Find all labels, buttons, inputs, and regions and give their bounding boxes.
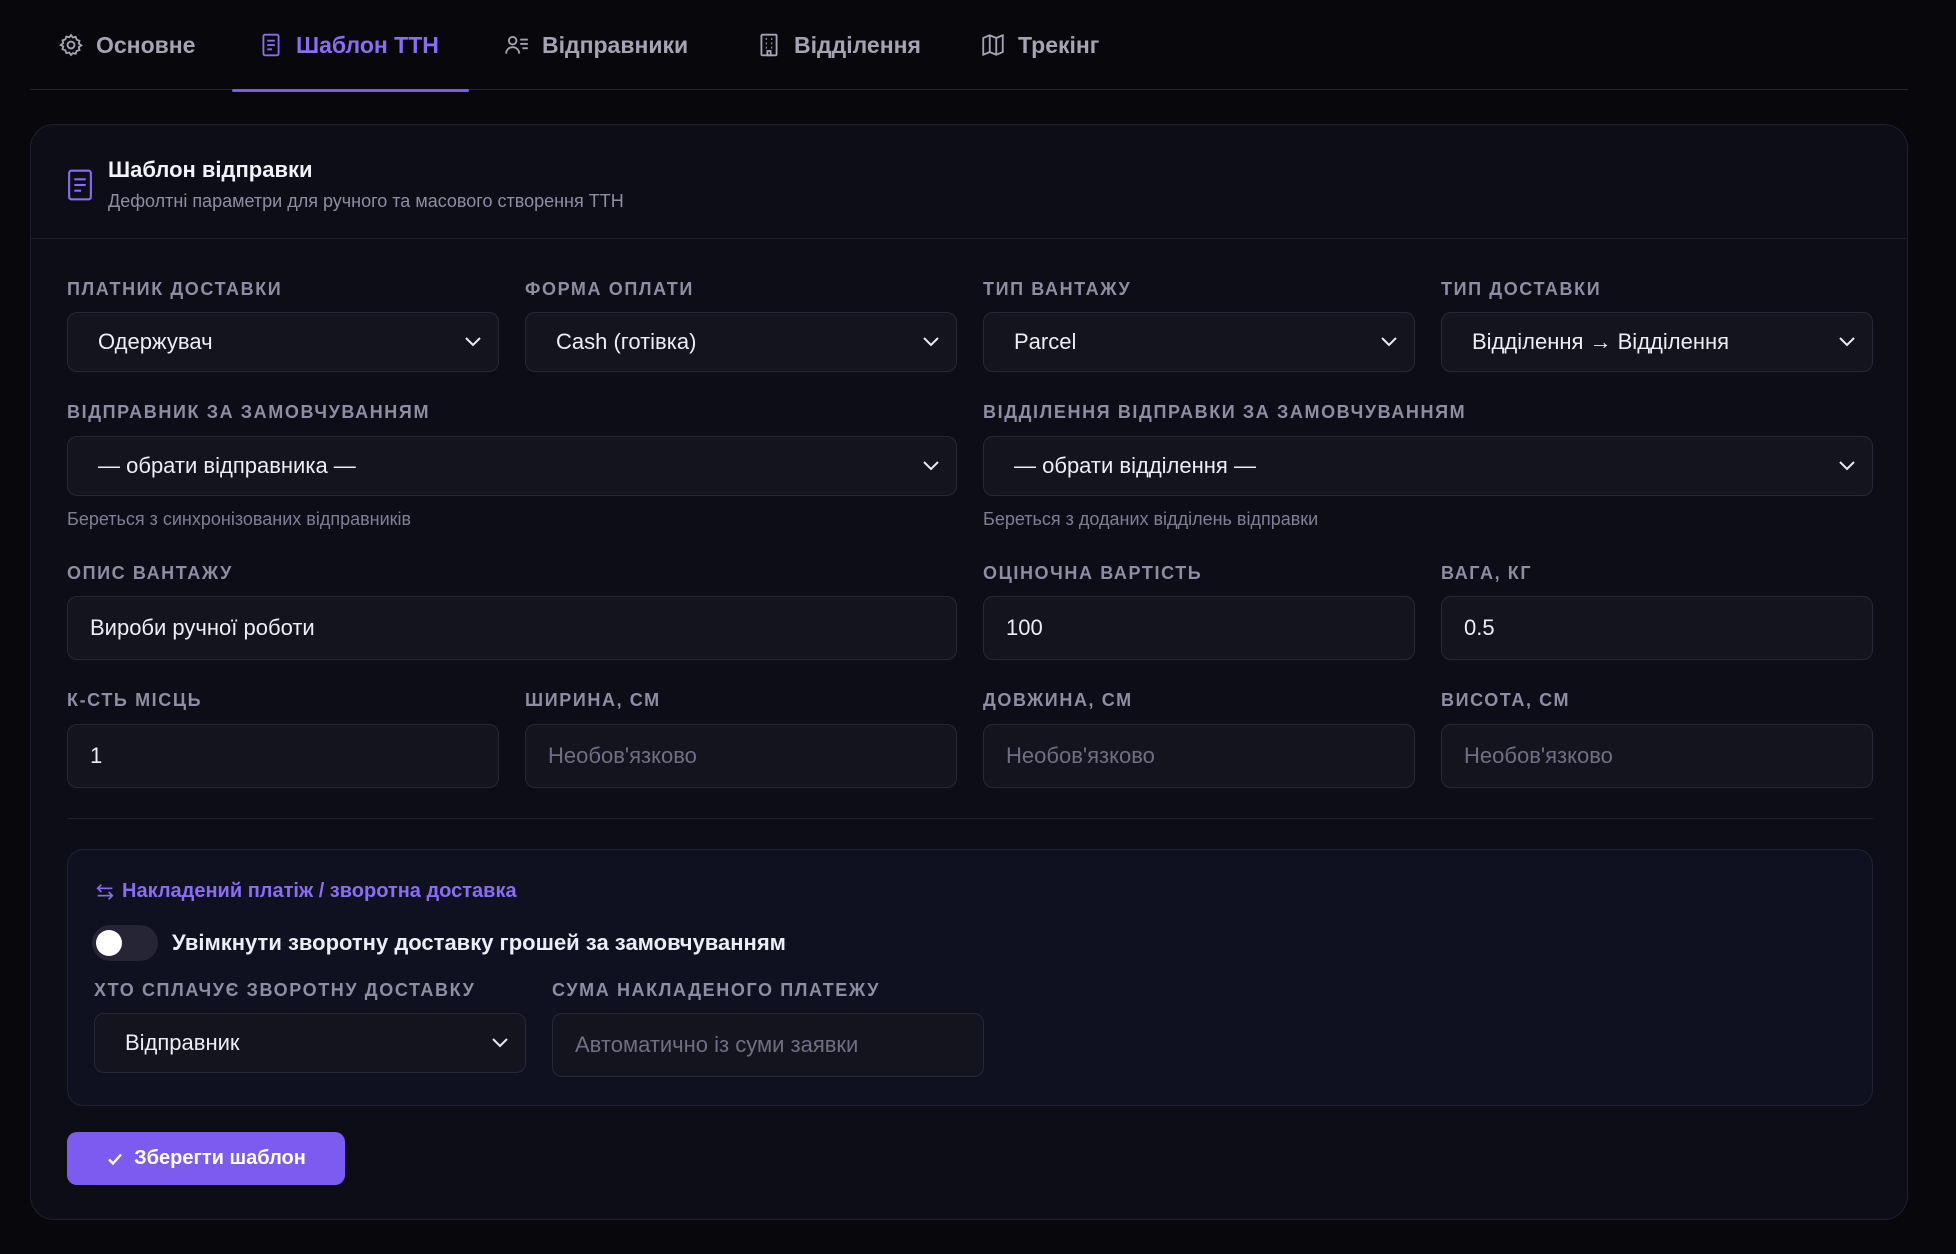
cod-amount-label: Сума накладеного платежу bbox=[552, 980, 881, 1000]
height-input[interactable]: Необов'язково bbox=[1441, 724, 1873, 788]
default-branch-hint: Береться з доданих відділень відправки bbox=[983, 509, 1319, 529]
save-template-label: Зберегти шаблон bbox=[134, 1147, 306, 1169]
declared-value-label: Оціночна вартість bbox=[983, 563, 1203, 583]
gear-icon bbox=[58, 33, 83, 57]
document-icon bbox=[68, 169, 92, 201]
chevron-down-icon bbox=[1839, 461, 1855, 471]
check-icon bbox=[108, 1153, 123, 1165]
building-icon bbox=[760, 33, 778, 57]
default-sender-value: — обрати відправника — bbox=[98, 453, 356, 478]
cod-toggle[interactable] bbox=[92, 925, 158, 961]
seats-value: 1 bbox=[90, 743, 103, 768]
cargo-description-input[interactable]: Вироби ручної роботи bbox=[67, 596, 957, 660]
declared-value-value: 100 bbox=[1006, 615, 1043, 640]
chevron-down-icon bbox=[492, 1038, 508, 1048]
default-branch-value: — обрати відділення — bbox=[1014, 453, 1256, 478]
cod-payer-select[interactable]: Відправник bbox=[94, 1013, 526, 1073]
height-label: Висота, см bbox=[1441, 690, 1571, 710]
template-card: Шаблон відправки Дефолтні параметри для … bbox=[30, 124, 1908, 1220]
delivery-type-select[interactable]: Відділення → Відділення bbox=[1441, 312, 1873, 372]
chevron-down-icon bbox=[923, 337, 939, 347]
default-sender-select[interactable]: — обрати відправника — bbox=[67, 436, 957, 496]
cod-amount-input[interactable]: Автоматично із суми заявки bbox=[552, 1013, 984, 1077]
payment-form-label: Форма оплати bbox=[525, 279, 694, 299]
weight-input[interactable]: 0.5 bbox=[1441, 596, 1873, 660]
document-icon bbox=[262, 33, 280, 57]
payer-select[interactable]: Одержувач bbox=[67, 312, 499, 372]
payment-form-select[interactable]: Cash (готівка) bbox=[525, 312, 957, 372]
cod-title: Накладений платіж / зворотна доставка bbox=[94, 880, 517, 903]
tab-ttn-template[interactable]: Шаблон ТТН bbox=[232, 0, 469, 92]
seats-input[interactable]: 1 bbox=[67, 724, 499, 788]
width-input[interactable]: Необов'язково bbox=[525, 724, 957, 788]
swap-arrows-icon bbox=[96, 883, 114, 900]
width-label: Ширина, см bbox=[525, 690, 661, 710]
tab-main[interactable]: Основне bbox=[58, 0, 195, 90]
cod-toggle-label: Увімкнути зворотну доставку грошей за за… bbox=[172, 930, 786, 955]
section-divider bbox=[67, 818, 1873, 819]
default-branch-select[interactable]: — обрати відділення — bbox=[983, 436, 1873, 496]
cargo-description-value: Вироби ручної роботи bbox=[90, 615, 315, 640]
weight-value: 0.5 bbox=[1464, 615, 1495, 640]
toggle-knob bbox=[96, 930, 122, 956]
declared-value-input[interactable]: 100 bbox=[983, 596, 1415, 660]
card-header: Шаблон відправки Дефолтні параметри для … bbox=[31, 125, 1907, 239]
cargo-type-value: Parcel bbox=[1014, 329, 1077, 354]
seats-label: К-сть місць bbox=[67, 690, 203, 710]
default-branch-label: Відділення відправки за замовчуванням bbox=[983, 402, 1467, 422]
cargo-description-label: Опис вантажу bbox=[67, 563, 233, 583]
tab-branches-label: Відділення bbox=[794, 31, 921, 58]
tab-branches[interactable]: Відділення bbox=[756, 0, 921, 90]
length-label: Довжина, см bbox=[983, 690, 1133, 710]
cargo-type-label: Тип вантажу bbox=[983, 279, 1132, 299]
chevron-down-icon bbox=[923, 461, 939, 471]
card-title: Шаблон відправки bbox=[108, 157, 313, 182]
chevron-down-icon bbox=[1381, 337, 1397, 347]
default-sender-hint: Береться з синхронізованих відправників bbox=[67, 509, 412, 529]
payer-value: Одержувач bbox=[98, 329, 213, 354]
cod-title-text: Накладений платіж / зворотна доставка bbox=[122, 880, 517, 902]
cod-payer-value: Відправник bbox=[125, 1030, 240, 1055]
cod-payer-label: Хто сплачує зворотну доставку bbox=[94, 980, 476, 1000]
tab-tracking-label: Трекінг bbox=[1018, 31, 1100, 58]
tab-tracking[interactable]: Трекінг bbox=[980, 0, 1099, 90]
width-placeholder: Необов'язково bbox=[548, 743, 697, 768]
delivery-type-value: Відділення → Відділення bbox=[1472, 329, 1730, 354]
cod-section: Накладений платіж / зворотна доставка Ув… bbox=[67, 849, 1873, 1106]
tab-senders[interactable]: Відправники bbox=[504, 0, 688, 90]
payment-form-value: Cash (готівка) bbox=[556, 329, 697, 354]
cod-amount-placeholder: Автоматично із суми заявки bbox=[575, 1032, 859, 1057]
save-template-button[interactable]: Зберегти шаблон bbox=[67, 1132, 345, 1185]
cargo-type-select[interactable]: Parcel bbox=[983, 312, 1415, 372]
chevron-down-icon bbox=[1839, 337, 1855, 347]
tab-bar: Основне Шаблон ТТН Відправники Відділенн… bbox=[30, 0, 1908, 92]
users-icon bbox=[505, 35, 528, 54]
length-placeholder: Необов'язково bbox=[1006, 743, 1155, 768]
card-subtitle: Дефолтні параметри для ручного та масово… bbox=[108, 191, 624, 211]
payer-label: Платник доставки bbox=[67, 279, 283, 299]
height-placeholder: Необов'язково bbox=[1464, 743, 1613, 768]
length-input[interactable]: Необов'язково bbox=[983, 724, 1415, 788]
tab-ttn-template-label: Шаблон ТТН bbox=[296, 31, 439, 58]
map-icon bbox=[982, 33, 1004, 57]
delivery-type-label: Тип доставки bbox=[1441, 279, 1602, 299]
chevron-down-icon bbox=[465, 337, 481, 347]
default-sender-label: Відправник за замовчуванням bbox=[67, 402, 431, 422]
tab-senders-label: Відправники bbox=[542, 31, 689, 58]
weight-label: Вага, кг bbox=[1441, 563, 1533, 583]
tab-main-label: Основне bbox=[96, 31, 196, 58]
